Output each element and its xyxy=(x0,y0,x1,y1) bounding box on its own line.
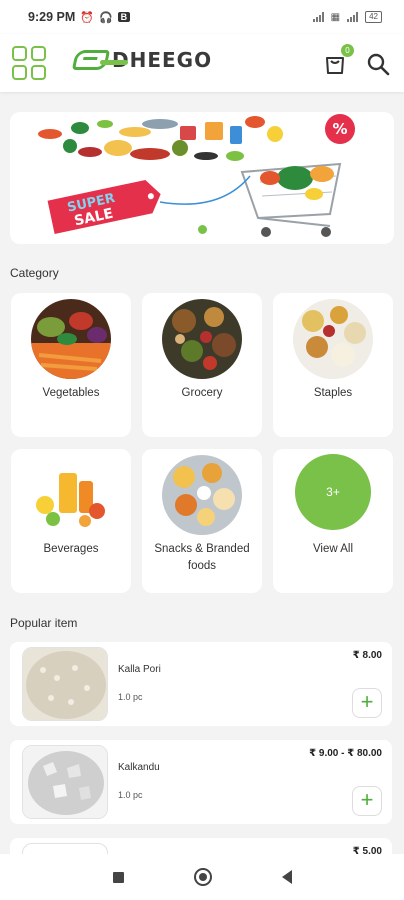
category-label: Staples xyxy=(313,387,353,399)
category-card-staples[interactable]: Staples xyxy=(273,293,393,437)
app-header: DHEEGO 0 xyxy=(0,34,404,92)
dashed-path xyxy=(159,175,251,205)
beverages-image xyxy=(31,455,111,535)
kalla-pori-image xyxy=(22,647,108,721)
search-icon xyxy=(367,53,390,76)
kalkandu-image xyxy=(22,745,108,819)
headphones-icon: 🎧 xyxy=(98,11,113,24)
recents-icon[interactable] xyxy=(112,871,124,883)
category-card-beverages[interactable]: Beverages xyxy=(11,449,131,593)
vegetables-image xyxy=(31,299,111,379)
item-qty: 1.0 pc xyxy=(118,692,143,702)
grocery-image xyxy=(162,299,242,379)
category-card-view-all[interactable]: 3+ View All xyxy=(273,449,393,593)
alarm-icon: ⏰ xyxy=(80,11,94,24)
carousel-dot-active[interactable] xyxy=(198,225,207,234)
menu-grid-icon[interactable] xyxy=(12,46,46,80)
home-icon[interactable] xyxy=(193,868,212,886)
popular-title: Popular item xyxy=(10,616,78,630)
snacks-image xyxy=(162,455,242,535)
category-label: Snacks & Branded foods xyxy=(154,543,250,572)
battery-icon: 42 xyxy=(365,11,382,23)
staples-image xyxy=(293,299,373,379)
list-item[interactable]: Kalkandu 1.0 pc ₹ 9.00 - ₹ 80.00 + xyxy=(10,740,392,824)
item-qty: 1.0 pc xyxy=(118,790,143,800)
signal-icon xyxy=(312,12,324,22)
super-sale-tag: SUPER SALE xyxy=(47,179,161,235)
shopping-cart-illustration xyxy=(240,162,342,237)
view-all-circle: 3+ xyxy=(295,454,371,530)
status-right: ▦ 42 xyxy=(312,11,382,23)
category-card-vegetables[interactable]: Vegetables xyxy=(11,293,131,437)
item-price: ₹ 9.00 - ₹ 80.00 xyxy=(309,748,382,759)
item-name: Kalla Pori xyxy=(118,664,161,675)
category-title: Category xyxy=(10,266,59,280)
cart-button[interactable]: 0 xyxy=(322,44,354,76)
system-nav-bar xyxy=(0,854,404,900)
item-name: Kalkandu xyxy=(118,762,160,773)
category-label: Beverages xyxy=(43,543,99,555)
category-card-snacks[interactable]: Snacks & Branded foods xyxy=(142,449,262,593)
item-price: ₹ 8.00 xyxy=(352,650,382,661)
category-card-grocery[interactable]: Grocery xyxy=(142,293,262,437)
back-icon[interactable] xyxy=(281,870,292,884)
discount-badge: % xyxy=(325,114,355,144)
status-time: 9:29 PM xyxy=(28,10,76,24)
search-button[interactable] xyxy=(366,52,390,76)
wifi-icon xyxy=(347,12,359,22)
category-label: View All xyxy=(312,543,354,555)
produce-illustration xyxy=(38,116,283,161)
category-label: Grocery xyxy=(181,387,223,399)
cart-count-badge: 0 xyxy=(341,44,354,57)
b-notification-icon: B xyxy=(117,12,131,22)
status-bar: 9:29 PM ⏰ 🎧 B ▦ 42 xyxy=(0,0,404,34)
list-item[interactable]: Kalla Pori 1.0 pc ₹ 8.00 + xyxy=(10,642,392,726)
category-label: Vegetables xyxy=(42,387,100,399)
logo-tag xyxy=(100,60,128,65)
status-left: 9:29 PM ⏰ 🎧 B xyxy=(28,10,131,24)
svg-text:%: % xyxy=(332,120,347,138)
add-to-cart-button[interactable]: + xyxy=(352,688,382,718)
add-to-cart-button[interactable]: + xyxy=(352,786,382,816)
logo: DHEEGO xyxy=(71,48,212,72)
volte-icon: ▦ xyxy=(330,11,341,23)
